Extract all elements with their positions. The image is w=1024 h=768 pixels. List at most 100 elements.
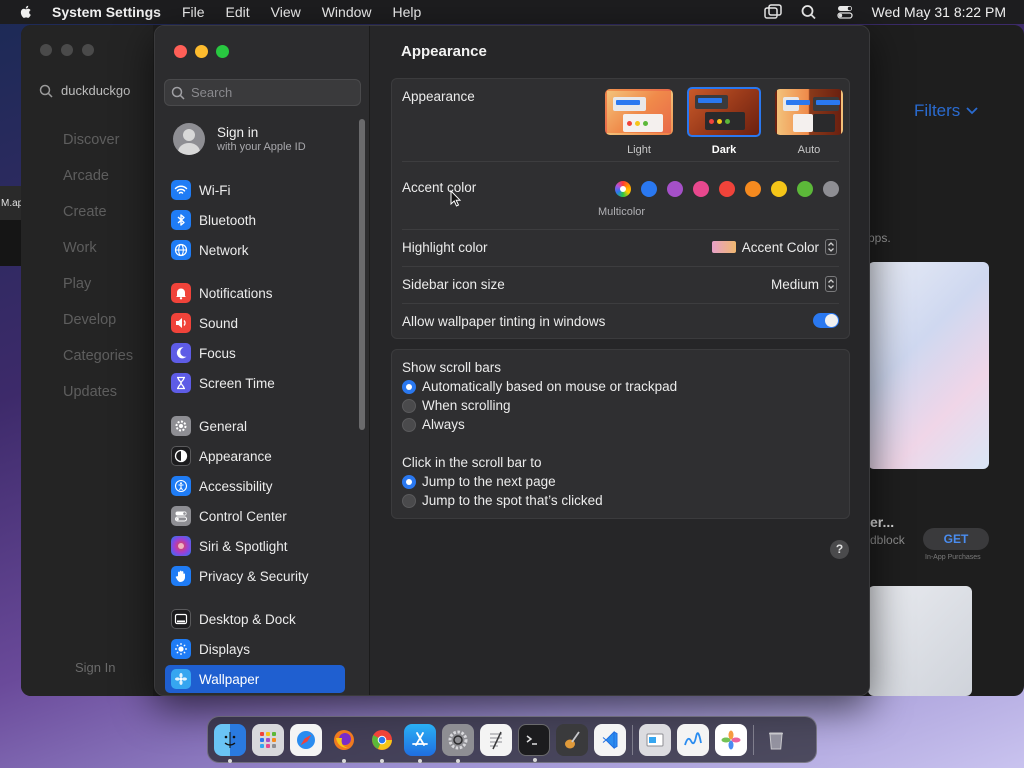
menu-window[interactable]: Window bbox=[322, 4, 372, 20]
radio-scroll-always[interactable]: Always bbox=[402, 417, 465, 432]
garageband-icon[interactable] bbox=[556, 723, 588, 756]
app-store-icon[interactable] bbox=[404, 723, 436, 763]
background-nav-discover[interactable]: Discover bbox=[63, 132, 133, 168]
bell-icon bbox=[171, 283, 191, 303]
scroll-bars-group: Show scroll bars Automatically based on … bbox=[391, 349, 850, 519]
accent-pink-swatch[interactable] bbox=[693, 181, 709, 197]
background-nav-develop[interactable]: Develop bbox=[63, 312, 133, 348]
running-indicator bbox=[228, 758, 232, 763]
sidebar-icon-size-popup[interactable]: Medium bbox=[771, 276, 837, 292]
mode-auto[interactable]: Auto bbox=[775, 89, 843, 156]
search-input[interactable] bbox=[191, 85, 351, 100]
help-button[interactable]: ? bbox=[830, 540, 849, 559]
safari-icon[interactable] bbox=[290, 723, 322, 756]
menu-edit[interactable]: Edit bbox=[226, 4, 250, 20]
get-button[interactable]: GET bbox=[923, 528, 989, 550]
accent-purple-swatch[interactable] bbox=[667, 181, 683, 197]
mode-light[interactable]: Light bbox=[605, 89, 673, 156]
mode-dark[interactable]: Dark bbox=[687, 87, 761, 156]
freeform-icon[interactable] bbox=[677, 723, 709, 756]
terminal-icon[interactable] bbox=[518, 723, 550, 762]
background-nav-play[interactable]: Play bbox=[63, 276, 133, 312]
radio-button[interactable] bbox=[402, 398, 416, 413]
background-app-title[interactable]: er... bbox=[870, 514, 894, 530]
sidebar-item-screen-time[interactable]: Screen Time bbox=[165, 369, 345, 397]
page-title: Appearance bbox=[401, 43, 487, 60]
mode-auto-thumbnail[interactable] bbox=[775, 89, 843, 135]
accent-multicolor-swatch[interactable] bbox=[615, 181, 631, 197]
menu-help[interactable]: Help bbox=[393, 4, 422, 20]
apple-id-sign-in[interactable]: Sign in with your Apple ID bbox=[173, 123, 306, 155]
accent-yellow-swatch[interactable] bbox=[771, 181, 787, 197]
background-nav-updates[interactable]: Updates bbox=[63, 384, 133, 420]
filters-button[interactable]: Filters bbox=[914, 101, 978, 121]
close-button[interactable] bbox=[174, 45, 187, 58]
background-nav-work[interactable]: Work bbox=[63, 240, 133, 276]
system-settings-icon[interactable] bbox=[442, 723, 474, 763]
sidebar-scrollbar[interactable] bbox=[359, 119, 365, 430]
sidebar-item-general[interactable]: General bbox=[165, 412, 345, 440]
sidebar-item-siri-spotlight[interactable]: Siri & Spotlight bbox=[165, 532, 345, 560]
radio-scroll-when-scrolling[interactable]: When scrolling bbox=[402, 398, 511, 413]
sidebar-item-privacy-security[interactable]: Privacy & Security bbox=[165, 562, 345, 590]
sidebar-item-appearance[interactable]: Appearance bbox=[165, 442, 345, 470]
launchpad-icon[interactable] bbox=[252, 723, 284, 756]
background-tab[interactable]: M.ap bbox=[0, 186, 21, 220]
menu-file[interactable]: File bbox=[182, 4, 205, 20]
accent-blue-swatch[interactable] bbox=[641, 181, 657, 197]
background-search[interactable]: duckduckgo bbox=[39, 83, 130, 98]
sidebar-item-wifi[interactable]: Wi-Fi bbox=[165, 176, 345, 204]
background-nav-create[interactable]: Create bbox=[63, 204, 133, 240]
sidebar-item-displays[interactable]: Displays bbox=[165, 635, 345, 663]
sidebar-item-accessibility[interactable]: Accessibility bbox=[165, 472, 345, 500]
settings-content: Appearance Appearance Light Dark Auto Ac… bbox=[371, 26, 869, 695]
sidebar-item-network[interactable]: Network bbox=[165, 236, 345, 264]
finder-icon[interactable] bbox=[214, 723, 246, 763]
radio-button[interactable] bbox=[402, 493, 416, 508]
spotlight-search-icon[interactable] bbox=[800, 4, 818, 20]
radio-scroll-automatic[interactable]: Automatically based on mouse or trackpad bbox=[402, 379, 677, 394]
sidebar-search[interactable] bbox=[164, 79, 361, 106]
accent-orange-swatch[interactable] bbox=[745, 181, 761, 197]
photos-icon[interactable] bbox=[715, 723, 747, 756]
sidebar-item-notifications[interactable]: Notifications bbox=[165, 279, 345, 307]
sidebar-item-sound[interactable]: Sound bbox=[165, 309, 345, 337]
accent-green-swatch[interactable] bbox=[797, 181, 813, 197]
control-center-icon[interactable] bbox=[836, 4, 854, 20]
apple-logo-icon[interactable] bbox=[18, 4, 34, 20]
radio-button[interactable] bbox=[402, 379, 416, 394]
accent-red-swatch[interactable] bbox=[719, 181, 735, 197]
vscode-icon[interactable] bbox=[594, 723, 626, 756]
sidebar-item-desktop-dock[interactable]: Desktop & Dock bbox=[165, 605, 345, 633]
wallpaper-tinting-toggle[interactable] bbox=[813, 313, 839, 328]
highlight-color-popup[interactable]: Accent Color bbox=[711, 239, 837, 255]
sidebar-item-bluetooth[interactable]: Bluetooth bbox=[165, 206, 345, 234]
menu-view[interactable]: View bbox=[271, 4, 301, 20]
preview-icon[interactable] bbox=[639, 723, 671, 756]
textedit-icon[interactable] bbox=[480, 723, 512, 756]
accent-graphite-swatch[interactable] bbox=[823, 181, 839, 197]
radio-jump-next-page[interactable]: Jump to the next page bbox=[402, 474, 556, 489]
background-sign-in[interactable]: Sign In bbox=[75, 660, 115, 675]
trash-icon[interactable] bbox=[760, 724, 792, 756]
background-app-card-image[interactable] bbox=[868, 262, 989, 469]
sidebar-item-wallpaper[interactable]: Wallpaper bbox=[165, 665, 345, 693]
background-app-card-image-2[interactable] bbox=[868, 586, 972, 696]
siri-icon bbox=[171, 536, 191, 556]
mode-light-thumbnail[interactable] bbox=[605, 89, 673, 135]
menu-app-name[interactable]: System Settings bbox=[52, 4, 161, 20]
background-nav-arcade[interactable]: Arcade bbox=[63, 168, 133, 204]
minimize-button[interactable] bbox=[195, 45, 208, 58]
firefox-icon[interactable] bbox=[328, 724, 360, 763]
radio-button[interactable] bbox=[402, 474, 416, 489]
radio-jump-spot-clicked[interactable]: Jump to the spot that’s clicked bbox=[402, 493, 603, 508]
window-switcher-icon[interactable] bbox=[763, 4, 782, 20]
background-nav-categories[interactable]: Categories bbox=[63, 348, 133, 384]
sidebar-item-control-center[interactable]: Control Center bbox=[165, 502, 345, 530]
chrome-icon[interactable] bbox=[366, 724, 398, 763]
zoom-button[interactable] bbox=[216, 45, 229, 58]
mode-dark-thumbnail[interactable] bbox=[687, 87, 761, 137]
sidebar-item-focus[interactable]: Focus bbox=[165, 339, 345, 367]
menu-clock[interactable]: Wed May 31 8:22 PM bbox=[872, 4, 1006, 20]
radio-button[interactable] bbox=[402, 417, 416, 432]
